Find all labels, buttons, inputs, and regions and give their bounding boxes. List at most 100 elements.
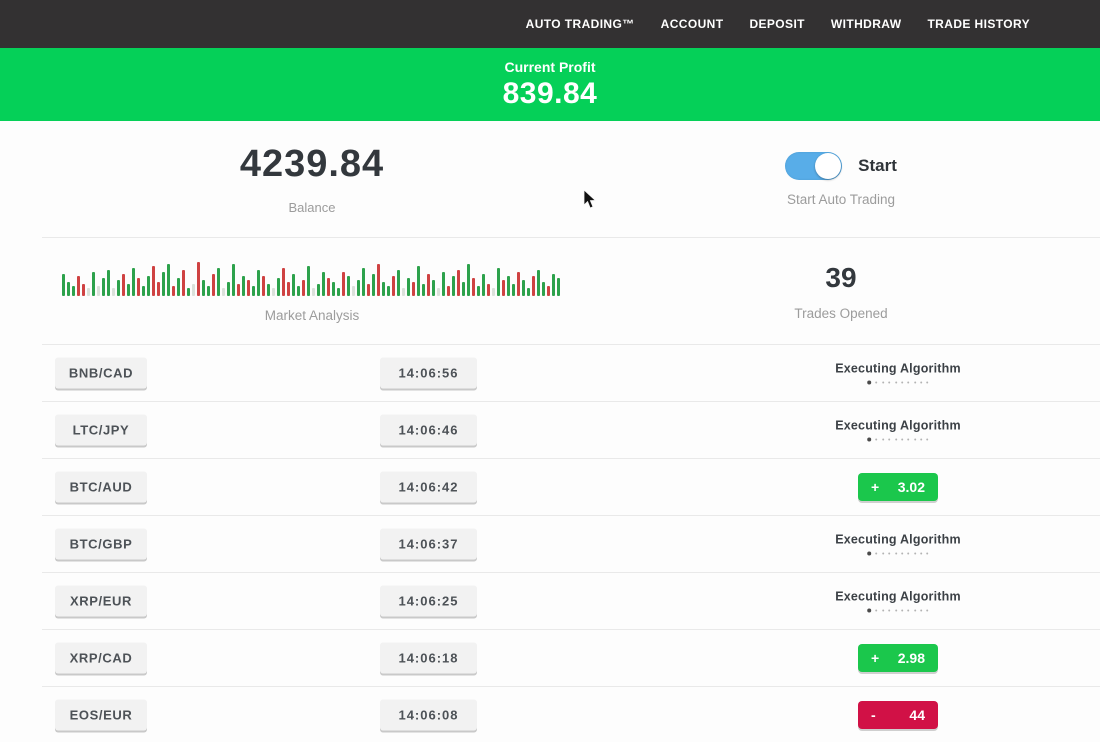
market-bar <box>147 276 150 296</box>
market-bar <box>427 274 430 296</box>
trades-opened-panel: 39 Trades Opened <box>582 238 1100 344</box>
market-bar <box>287 282 290 296</box>
profit-badge: +3.02 <box>858 473 938 501</box>
trade-time-badge: 14:06:42 <box>380 471 477 502</box>
trades-opened-label: Trades Opened <box>794 306 887 321</box>
progress-dot <box>876 381 878 383</box>
trade-row: XRP/EUR 14:06:25 Executing Algorithm <box>0 572 1100 629</box>
progress-dot <box>920 609 922 611</box>
market-bar <box>227 282 230 296</box>
progress-dot <box>867 380 871 384</box>
market-bar <box>112 288 115 296</box>
market-bar <box>422 284 425 296</box>
progress-dot <box>876 609 878 611</box>
progress-dot <box>927 438 929 440</box>
progress-dot <box>882 609 884 611</box>
result-sign: - <box>871 707 876 723</box>
executing-algorithm-label: Executing Algorithm <box>835 589 961 603</box>
nav-item-account[interactable]: ACCOUNT <box>661 17 724 31</box>
trade-time-badge: 14:06:25 <box>380 585 477 616</box>
trade-pair-badge: EOS/EUR <box>55 699 147 730</box>
progress-dot <box>901 609 903 611</box>
start-auto-trading-toggle[interactable] <box>785 152 842 180</box>
balance-label: Balance <box>289 200 336 215</box>
nav-item-deposit[interactable]: DEPOSIT <box>749 17 804 31</box>
market-bar <box>337 288 340 296</box>
market-bar <box>537 270 540 296</box>
market-bar <box>402 288 405 296</box>
nav-item-withdraw[interactable]: WITHDRAW <box>831 17 902 31</box>
trade-status: +2.98 <box>858 644 938 672</box>
market-bar <box>317 284 320 296</box>
trade-pair-badge: XRP/EUR <box>55 585 147 616</box>
market-bar <box>452 276 455 296</box>
market-bar <box>557 278 560 296</box>
nav-item-auto-trading[interactable]: AUTO TRADING™ <box>526 17 635 31</box>
progress-dot <box>914 609 916 611</box>
progress-dot <box>908 381 910 383</box>
progress-dot <box>920 381 922 383</box>
nav-item-trade-history[interactable]: TRADE HISTORY <box>927 17 1030 31</box>
market-bar <box>97 286 100 296</box>
progress-dots <box>835 608 961 612</box>
market-bar <box>62 274 65 296</box>
trade-row: BTC/GBP14:06:37Executing Algorithm <box>0 515 1100 572</box>
progress-dot <box>888 438 890 440</box>
progress-dot <box>914 438 916 440</box>
market-bar <box>507 276 510 296</box>
progress-dot <box>908 438 910 440</box>
progress-dot <box>914 552 916 554</box>
market-bar <box>392 276 395 296</box>
market-analysis-chart <box>62 260 562 296</box>
executing-algorithm-label: Executing Algorithm <box>835 361 961 375</box>
market-bar <box>387 286 390 296</box>
result-amount: 3.02 <box>898 479 925 495</box>
toggle-state-label: Start <box>858 156 897 176</box>
trade-time-badge: 14:06:46 <box>380 414 477 445</box>
trade-time-badge: 14:06:56 <box>380 357 477 388</box>
market-bar <box>382 282 385 296</box>
trade-status: +3.02 <box>858 473 938 501</box>
market-bar <box>157 282 160 296</box>
market-bar <box>142 286 145 296</box>
progress-dots <box>835 380 961 384</box>
market-bar <box>307 266 310 296</box>
progress-dot <box>901 438 903 440</box>
trade-time-badge: 14:06:08 <box>380 699 477 730</box>
market-bar <box>362 268 365 296</box>
market-bar <box>102 278 105 296</box>
market-bar <box>297 286 300 296</box>
progress-dot <box>867 551 871 555</box>
market-bar <box>267 284 270 296</box>
progress-dot <box>867 608 871 612</box>
market-bar <box>272 288 275 296</box>
market-bar <box>252 286 255 296</box>
market-bar <box>462 282 465 296</box>
trade-status: -44 <box>858 701 938 729</box>
market-bar <box>527 288 530 296</box>
market-bar <box>247 280 250 296</box>
market-bar <box>437 288 440 296</box>
market-bar <box>342 272 345 296</box>
market-bar <box>132 268 135 296</box>
market-bar <box>372 274 375 296</box>
market-bar <box>217 268 220 296</box>
market-bar <box>502 280 505 296</box>
market-bar <box>457 270 460 296</box>
progress-dot <box>882 381 884 383</box>
market-bar <box>417 266 420 296</box>
progress-dot <box>927 381 929 383</box>
progress-dot <box>908 552 910 554</box>
market-bar <box>262 276 265 296</box>
trade-status: Executing Algorithm <box>835 532 961 555</box>
trade-pair-badge: BNB/CAD <box>55 357 147 388</box>
trade-time-badge: 14:06:37 <box>380 528 477 559</box>
market-bar <box>292 274 295 296</box>
profit-badge: +2.98 <box>858 644 938 672</box>
executing-algorithm-label: Executing Algorithm <box>835 532 961 546</box>
market-bar <box>357 280 360 296</box>
result-amount: 2.98 <box>898 650 925 666</box>
market-bar <box>477 286 480 296</box>
progress-dot <box>888 552 890 554</box>
market-bar <box>77 276 80 296</box>
